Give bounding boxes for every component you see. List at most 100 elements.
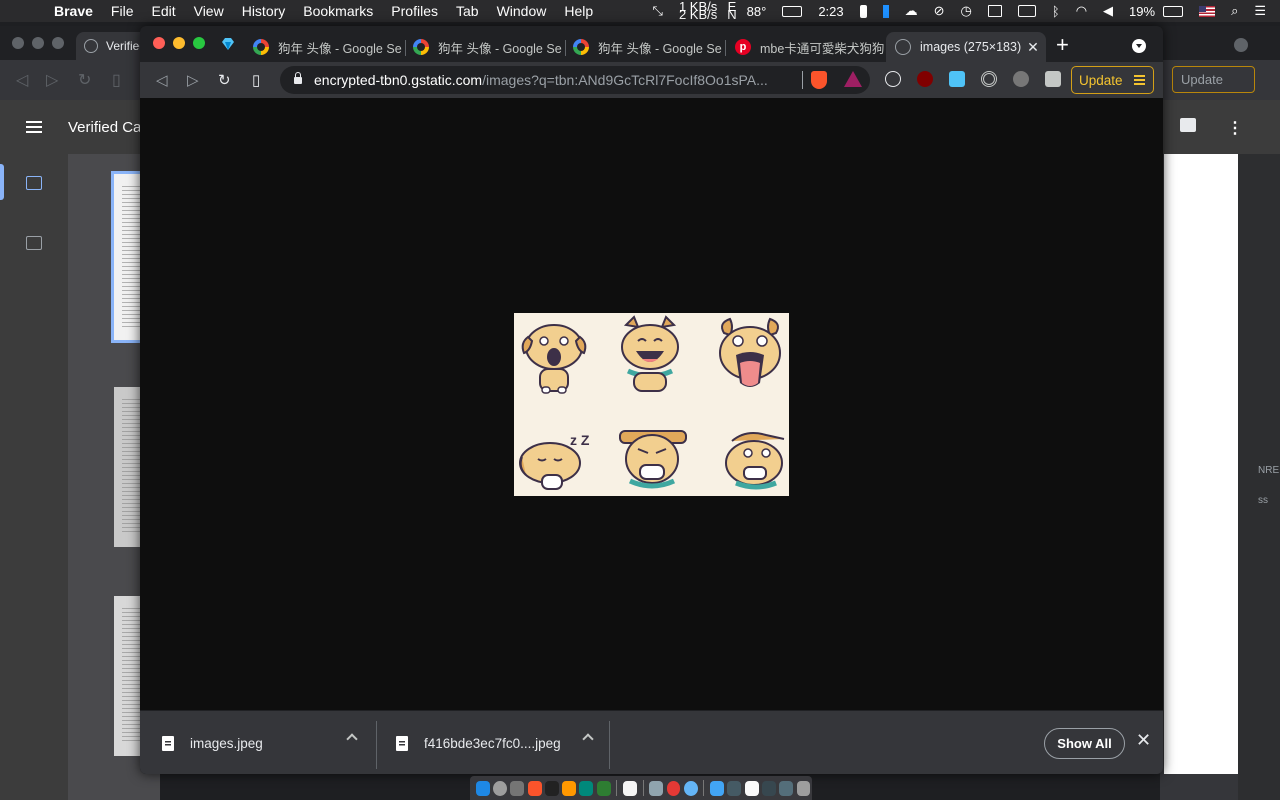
chevron-up-icon[interactable] (346, 733, 358, 745)
time-machine-icon[interactable]: ◷ (961, 3, 972, 19)
activity-monitor-icon[interactable] (596, 780, 611, 796)
outline-view-icon[interactable] (26, 236, 42, 250)
chevron-up-icon[interactable] (582, 733, 594, 745)
weather-icon[interactable]: ☁ (905, 3, 918, 19)
finder-icon[interactable] (475, 780, 490, 796)
bg-minimize-dot[interactable] (32, 37, 44, 49)
trash-icon[interactable] (796, 780, 811, 796)
lock-icon[interactable] (294, 71, 302, 84)
bg-back-icon[interactable]: ◁ (16, 70, 28, 90)
show-all-downloads-button[interactable]: Show All (1044, 728, 1125, 759)
spotlight-search-icon[interactable]: ⌕ (1231, 3, 1238, 19)
reload-icon[interactable]: ↻ (218, 71, 231, 89)
menu-file[interactable]: File (111, 3, 134, 19)
wifi-icon[interactable]: ◠ (1076, 3, 1087, 19)
app-icon[interactable] (579, 780, 594, 796)
bookmark-icon[interactable]: ▯ (252, 71, 260, 89)
bg-forward-icon[interactable]: ▷ (46, 70, 58, 90)
pinned-tab-diamond-icon[interactable] (220, 36, 236, 52)
link-status-icon[interactable]: ⤡ (653, 3, 663, 19)
download-item-2[interactable]: f416bde3ec7fc0....jpeg (396, 711, 608, 774)
update-button[interactable]: Update (1071, 66, 1154, 94)
tab-google-search-1[interactable]: 狗年 头像 - Google Se (244, 32, 404, 62)
download-item-1[interactable]: images.jpeg (162, 711, 374, 774)
bg-bookmark-icon[interactable]: ▯ (112, 70, 121, 90)
volume-icon[interactable]: ◀ (1103, 3, 1113, 19)
new-tab-button[interactable]: + (1056, 32, 1069, 58)
bg-tab-search-icon[interactable] (1234, 38, 1248, 52)
control-center-icon[interactable]: ☰ (1254, 3, 1266, 19)
do-not-disturb-icon[interactable]: ⊘ (934, 3, 945, 19)
chrome-icon[interactable] (666, 780, 681, 796)
clock[interactable]: 2:23 (818, 4, 843, 19)
preview-icon[interactable] (649, 780, 664, 796)
extensions-puzzle-icon[interactable] (1045, 71, 1061, 87)
ublock-origin-icon[interactable] (917, 71, 933, 87)
keyboard-icon[interactable] (1017, 5, 1036, 17)
memory-icon[interactable] (859, 4, 867, 18)
forward-icon[interactable]: ▷ (187, 71, 199, 89)
screenshot-icon[interactable] (761, 780, 776, 796)
owl-extension-icon[interactable] (1013, 71, 1029, 87)
close-tab-icon[interactable]: ✕ (1027, 39, 1039, 56)
menu-bookmarks[interactable]: Bookmarks (303, 3, 373, 19)
menu-window[interactable]: Window (497, 3, 547, 19)
react-devtools-icon[interactable] (885, 71, 901, 87)
battery-percent[interactable]: 19% (1129, 4, 1155, 19)
notes-icon[interactable] (622, 780, 637, 796)
app-icon[interactable] (510, 780, 525, 796)
sublime-text-icon[interactable] (562, 780, 577, 796)
diamond-extension-icon[interactable] (949, 71, 965, 87)
safari-icon[interactable] (683, 780, 698, 796)
minimize-window-button[interactable] (173, 37, 185, 49)
back-icon[interactable]: ◁ (156, 71, 168, 89)
tab-search-icon[interactable] (1132, 39, 1146, 53)
us-flag-input-icon[interactable] (1199, 5, 1216, 17)
downloads-shelf: images.jpeg f416bde3ec7fc0....jpeg Show … (140, 710, 1163, 774)
more-options-icon[interactable]: ⋮ (1227, 118, 1243, 138)
airplay-icon[interactable] (987, 5, 1002, 17)
brave-rewards-icon[interactable] (844, 71, 862, 87)
hamburger-menu-icon[interactable] (26, 121, 42, 133)
net-down-rate: 2 KB/s (678, 7, 718, 22)
menu-app-brave[interactable]: Brave (54, 3, 93, 19)
dog-stickers-image[interactable]: z Z (514, 313, 789, 496)
address-bar[interactable]: encrypted-tbn0.gstatic.com/images?q=tbn:… (280, 66, 870, 94)
brave-browser-icon[interactable] (527, 780, 542, 796)
zoom-window-button[interactable] (193, 37, 205, 49)
bg-reload-icon[interactable]: ↻ (78, 70, 91, 90)
print-icon[interactable] (1180, 118, 1196, 132)
tab-pinterest[interactable]: p mbe卡通可愛柴犬狗狗 (726, 32, 886, 62)
target-extension-icon[interactable] (981, 71, 997, 87)
close-downloads-icon[interactable]: ✕ (1136, 730, 1151, 751)
app-icon[interactable] (779, 780, 794, 796)
menu-history[interactable]: History (242, 3, 286, 19)
temperature-readout[interactable]: 88° (747, 4, 767, 19)
thumbnails-view-icon[interactable] (26, 176, 42, 190)
menu-help[interactable]: Help (564, 3, 593, 19)
tab-google-search-2[interactable]: 狗年 头像 - Google Se (404, 32, 564, 62)
network-speed-monitor[interactable]: 1 KB/s 2 KB/s (678, 0, 718, 22)
tab-image-active[interactable]: images (275×183) ✕ (886, 32, 1046, 62)
terminal-icon[interactable] (544, 780, 559, 796)
brave-shields-icon[interactable] (811, 71, 827, 89)
bg-update-button[interactable]: Update (1172, 66, 1255, 93)
menu-tab[interactable]: Tab (456, 3, 479, 19)
menu-view[interactable]: View (194, 3, 224, 19)
menu-edit[interactable]: Edit (151, 3, 175, 19)
pdf-document-icon[interactable] (744, 780, 759, 796)
close-window-button[interactable] (153, 37, 165, 49)
downloads-folder-icon[interactable] (710, 780, 724, 796)
menu-profiles[interactable]: Profiles (391, 3, 438, 19)
bg-close-dot[interactable] (12, 37, 24, 49)
background-docs-window: Verified ◁ ▷ ↻ ▯ Verified Ca (0, 26, 166, 800)
battery-charging-icon[interactable] (782, 5, 803, 17)
cpu-icon[interactable] (882, 4, 889, 18)
bluetooth-icon[interactable]: ᛒ (1052, 4, 1060, 19)
tab-google-search-3[interactable]: 狗年 头像 - Google Se (564, 32, 724, 62)
launchpad-icon[interactable] (492, 780, 507, 796)
battery-icon[interactable] (1163, 5, 1184, 17)
app-icon[interactable] (727, 780, 742, 796)
bg-zoom-dot[interactable] (52, 37, 64, 49)
address-url[interactable]: encrypted-tbn0.gstatic.com/images?q=tbn:… (314, 72, 799, 88)
